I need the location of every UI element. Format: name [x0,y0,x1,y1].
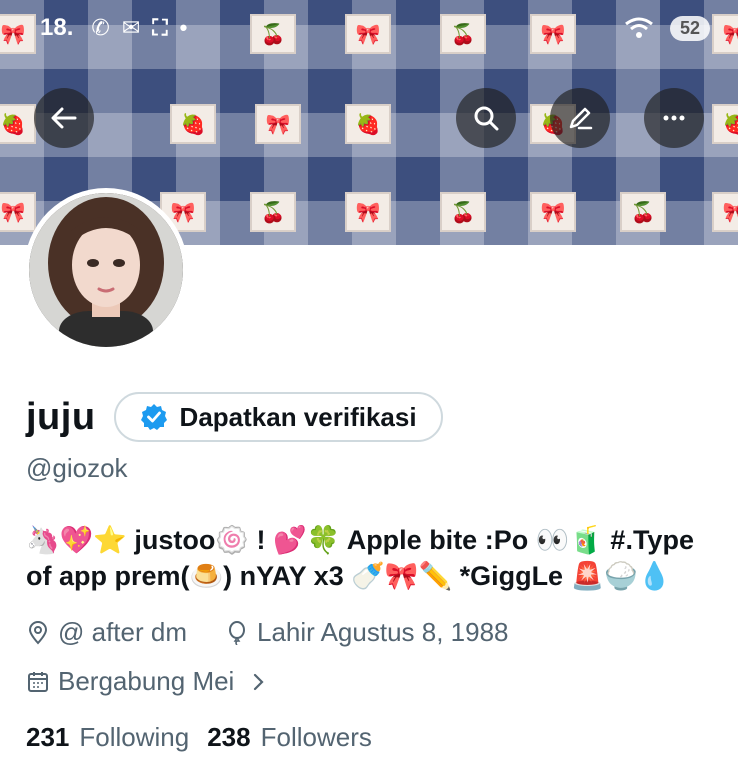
get-verified-button[interactable]: Dapatkan verifikasi [113,392,443,442]
dot-icon: • [179,15,188,40]
strawberry-tile: 🍓 [0,104,36,144]
calendar-icon [28,671,48,692]
verified-badge-icon [140,404,167,430]
search-icon [474,106,499,131]
bow-tile: 🎀 [712,192,738,232]
balloon-icon [228,620,245,645]
avatar-image [29,193,183,347]
follow-stats: 231 Following 238 Followers [26,722,372,753]
location-item: @ after dm [26,617,187,648]
birthday-item: Lahir Agustus 8, 1988 [225,617,509,648]
cherry-tile: 🍒 [440,192,486,232]
bow-tile: 🎀 [530,192,576,232]
edit-button[interactable] [550,88,610,148]
joined-text: Bergabung Mei [58,666,235,696]
joined-item[interactable]: Bergabung Mei [26,666,270,697]
strawberry-tile: 🍓 [712,104,738,144]
status-right: 52 [624,15,710,41]
wifi-icon [625,17,653,38]
following-label: Following [79,722,190,752]
status-time: 18. [40,14,74,41]
messenger-icon: ✉ [121,15,141,40]
pencil-icon [569,107,593,130]
more-options-button[interactable] [644,88,704,148]
avatar[interactable] [24,188,188,352]
profile-name-row: juju Dapatkan verifikasi [26,392,443,442]
back-button[interactable] [34,88,94,148]
more-horizontal-icon [663,115,685,121]
username-handle: @giozok [26,453,128,483]
battery-indicator: 52 [669,15,710,41]
bow-tile: 🎀 [0,192,36,232]
joined-row[interactable]: Bergabung Mei [26,666,270,697]
get-verified-label: Dapatkan verifikasi [179,401,417,432]
search-button[interactable] [456,88,516,148]
following-link[interactable]: 231 Following [26,722,189,753]
profile-bio: 🦄💖⭐ justoo🍥 ! 💕🍀 Apple bite :Po 👀🧃 #.Typ… [26,525,694,591]
following-count: 231 [26,722,70,752]
bow-tile: 🎀 [345,192,391,232]
location-text: @ after dm [58,617,187,647]
followers-count: 238 [207,722,251,752]
whatsapp-icon: ✆ [91,15,110,40]
cherry-tile: 🍒 [250,192,296,232]
chevron-right-icon [254,673,264,690]
notification-icons: ✆ ✉ ⛶ • [91,15,187,41]
display-name: juju [26,395,96,438]
cherry-tile: 🍒 [620,192,666,232]
bow-tile: 🎀 [255,104,301,144]
birthday-text: Lahir Agustus 8, 1988 [256,617,509,647]
status-bar: 18. ✆ ✉ ⛶ • 52 [0,0,738,56]
avatar-portrait [29,193,183,347]
arrow-left-icon [51,107,77,129]
strawberry-tile: 🍓 [170,104,216,144]
followers-link[interactable]: 238 Followers [207,722,372,753]
screenshot-icon: ⛶ [152,15,168,40]
location-pin-icon [28,620,48,644]
profile-meta-row: @ after dm Lahir Agustus 8, 1988 [26,617,509,648]
strawberry-tile: 🍓 [345,104,391,144]
followers-label: Followers [260,722,372,752]
